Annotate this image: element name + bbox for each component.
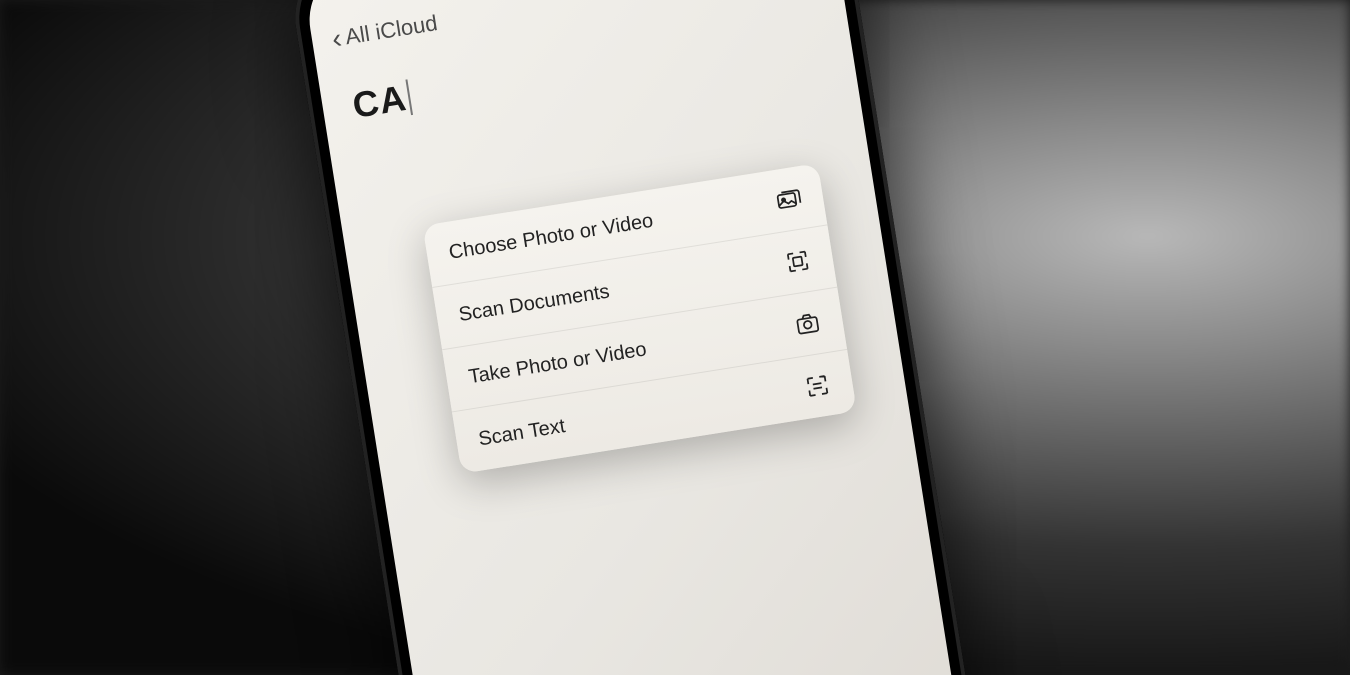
photo-stack-icon: [773, 184, 803, 214]
menu-item-label: Scan Text: [477, 415, 567, 451]
menu-item-label: Take Photo or Video: [467, 338, 648, 389]
menu-item-label: Choose Photo or Video: [447, 209, 655, 264]
chevron-left-icon: ‹: [330, 24, 344, 53]
doc-scan-icon: [783, 247, 813, 277]
menu-item-label: Scan Documents: [457, 280, 611, 327]
attachment-menu: Choose Photo or Video Scan Documents Tak…: [423, 163, 857, 473]
note-text: CA: [350, 77, 410, 127]
camera-icon: [793, 309, 823, 339]
text-scan-icon: [803, 371, 833, 401]
back-button[interactable]: ‹ All iCloud: [330, 9, 439, 53]
back-label: All iCloud: [343, 10, 439, 50]
